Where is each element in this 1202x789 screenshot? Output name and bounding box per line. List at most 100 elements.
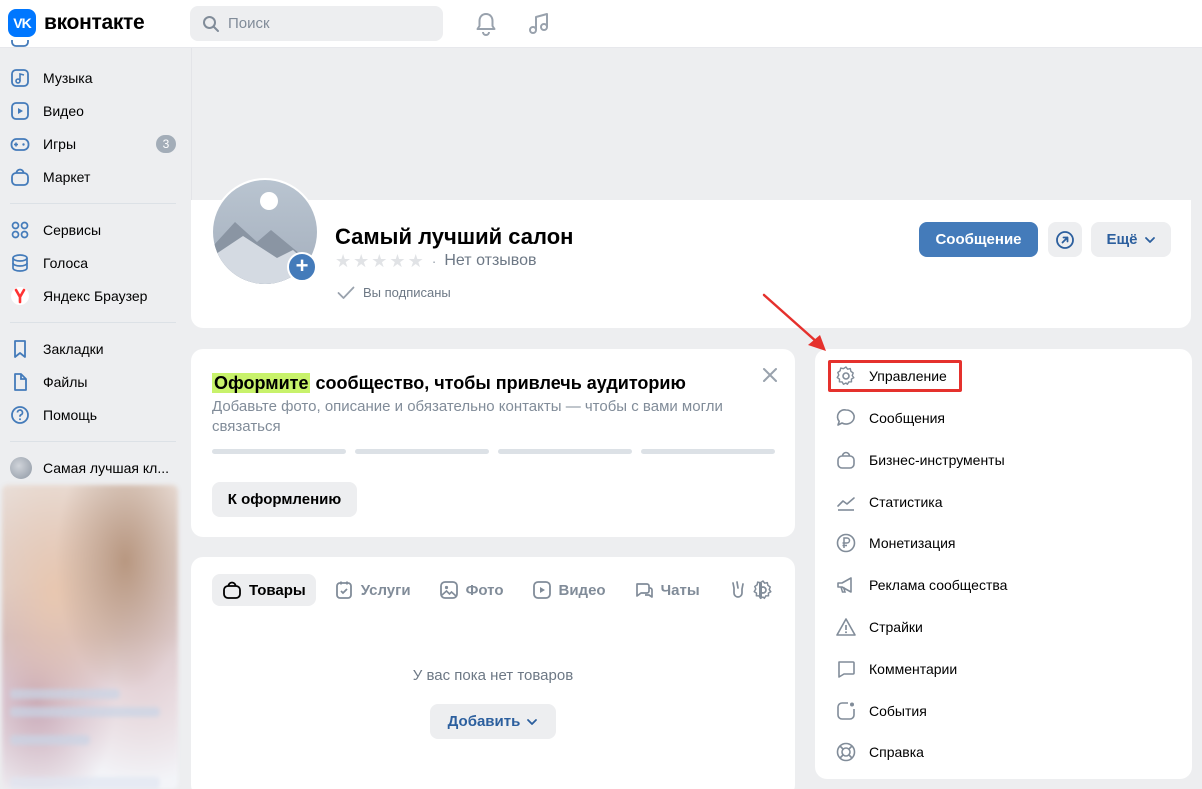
yandex-icon (11, 287, 29, 305)
menu-item-advertising[interactable]: Реклама сообщества (835, 568, 1007, 602)
event-icon (837, 702, 855, 720)
photo-icon (11, 40, 29, 47)
sidebar-item-services[interactable]: Сервисы (10, 216, 180, 244)
annotation-highlight-box (828, 360, 962, 392)
star-icon: ★ (371, 251, 388, 271)
menu-item-label: Монетизация (869, 535, 956, 551)
more-button[interactable]: Ещё (1091, 222, 1171, 257)
share-arrow-icon (1056, 230, 1074, 249)
menu-item-help[interactable]: Справка (835, 735, 924, 769)
progress-step (212, 449, 346, 454)
games-count-badge: 3 (156, 135, 176, 153)
warning-icon (836, 618, 856, 636)
calendar-check-icon (335, 581, 352, 599)
user-avatar[interactable] (1120, 0, 1174, 47)
menu-item-label: Комментарии (869, 661, 958, 677)
tab-goods[interactable]: Товары (212, 574, 316, 606)
megaphone-icon (837, 577, 852, 593)
tab-video[interactable]: Видео (522, 574, 616, 606)
sidebar-divider (10, 203, 176, 204)
close-icon[interactable] (760, 365, 780, 385)
menu-item-messages[interactable]: Сообщения (835, 401, 945, 435)
blurred-stripe (10, 707, 160, 717)
more-button-label: Ещё (1106, 231, 1138, 248)
sidebar-item-cutoff[interactable] (10, 40, 180, 52)
video-icon (11, 102, 29, 120)
sidebar-item-label: Закладки (43, 341, 104, 357)
tab-label: Услуги (360, 581, 411, 599)
sidebar-item-games[interactable]: Игры 3 (10, 130, 180, 158)
tab-label: Видео (558, 581, 606, 599)
menu-item-strikes[interactable]: Страйки (835, 610, 923, 644)
blurred-stripe (10, 777, 160, 789)
video-icon (532, 581, 551, 599)
sidebar-item-label: Игры (43, 136, 77, 152)
blurred-stripe (10, 735, 90, 745)
clapping-hand-icon (731, 581, 744, 598)
vk-logo-text: вконтакте (44, 11, 145, 34)
blurred-ad-image[interactable] (2, 485, 178, 789)
tab-chats[interactable]: Чаты (624, 574, 710, 606)
file-icon (14, 373, 27, 391)
empty-goods-text: У вас пока нет товаров (412, 667, 574, 684)
menu-item-label: Сообщения (869, 410, 945, 426)
message-button[interactable]: Сообщение (919, 222, 1038, 257)
chevron-down-icon (527, 718, 538, 725)
subscribed-status[interactable]: Вы подписаны (337, 285, 451, 300)
briefcase-icon (837, 451, 855, 469)
sidebar-item-music[interactable]: Музыка (10, 64, 180, 92)
sidebar-item-votes[interactable]: Голоса (10, 249, 180, 277)
sidebar-item-label: Самая лучшая кл... (43, 460, 170, 476)
sidebar-item-label: Яндекс Браузер (43, 288, 148, 304)
star-icon: ★ (407, 251, 424, 271)
bell-icon[interactable] (473, 11, 499, 37)
sidebar-item-video[interactable]: Видео (10, 97, 180, 125)
add-goods-button[interactable]: Добавить (430, 704, 556, 739)
chevron-down-icon (1144, 236, 1155, 243)
tab-photo[interactable]: Фото (429, 574, 514, 606)
add-avatar-button[interactable]: + (287, 252, 317, 282)
sidebar-item-yandex-browser[interactable]: Яндекс Браузер (10, 282, 180, 310)
star-icon: ★ (353, 251, 370, 271)
onboarding-progress (212, 449, 775, 454)
content-tabs: Товары Услуги Фото Видео Чаты (212, 574, 762, 606)
sidebar-item-help[interactable]: Помощь (10, 401, 180, 429)
share-button[interactable] (1048, 222, 1082, 257)
tab-label: Товары (249, 581, 306, 599)
search-placeholder: Поиск (228, 15, 270, 32)
sidebar-item-label: Музыка (43, 70, 93, 86)
ruble-icon (836, 533, 856, 553)
menu-item-monetization[interactable]: Монетизация (835, 526, 956, 560)
sidebar-item-label: Маркет (43, 169, 91, 185)
search-icon (203, 15, 219, 32)
progress-step (355, 449, 489, 454)
services-icon (11, 221, 29, 239)
music-icon[interactable] (526, 11, 552, 37)
annotation-arrow-icon (762, 293, 826, 351)
help-icon (11, 406, 29, 424)
menu-item-business-tools[interactable]: Бизнес-инструменты (835, 443, 1005, 477)
group-cover (191, 48, 1191, 200)
menu-item-label: Статистика (869, 494, 943, 510)
menu-item-comments[interactable]: Комментарии (835, 652, 957, 686)
vk-logo[interactable]: VK вконтакте (8, 9, 145, 37)
onboarding-title: Оформите сообщество, чтобы привлечь ауди… (212, 373, 686, 394)
sidebar-item-bookmarks[interactable]: Закладки (10, 335, 180, 363)
sidebar-item-group[interactable]: Самая лучшая кл... (10, 454, 180, 482)
menu-item-label: Страйки (869, 619, 923, 635)
chats-icon (635, 583, 653, 598)
content-tabs-card: Товары Услуги Фото Видео Чаты У вас пока… (191, 557, 795, 789)
tab-label: Чаты (660, 581, 700, 599)
menu-item-events[interactable]: События (835, 694, 927, 728)
search-input[interactable]: Поиск (190, 6, 443, 41)
chart-icon (837, 497, 855, 511)
rating-row[interactable]: ★ ★ ★ ★ ★ · Нет отзывов (335, 252, 537, 270)
gear-icon[interactable] (752, 579, 774, 601)
menu-item-statistics[interactable]: Статистика (835, 485, 943, 519)
start-setup-button[interactable]: К оформлению (212, 482, 357, 517)
sidebar-item-market[interactable]: Маркет (10, 163, 180, 191)
sidebar-item-files[interactable]: Файлы (10, 368, 180, 396)
tab-services[interactable]: Услуги (324, 574, 421, 606)
rating-separator: · (431, 253, 437, 269)
onboarding-title-rest: сообщество, чтобы привлечь аудиторию (315, 373, 686, 393)
